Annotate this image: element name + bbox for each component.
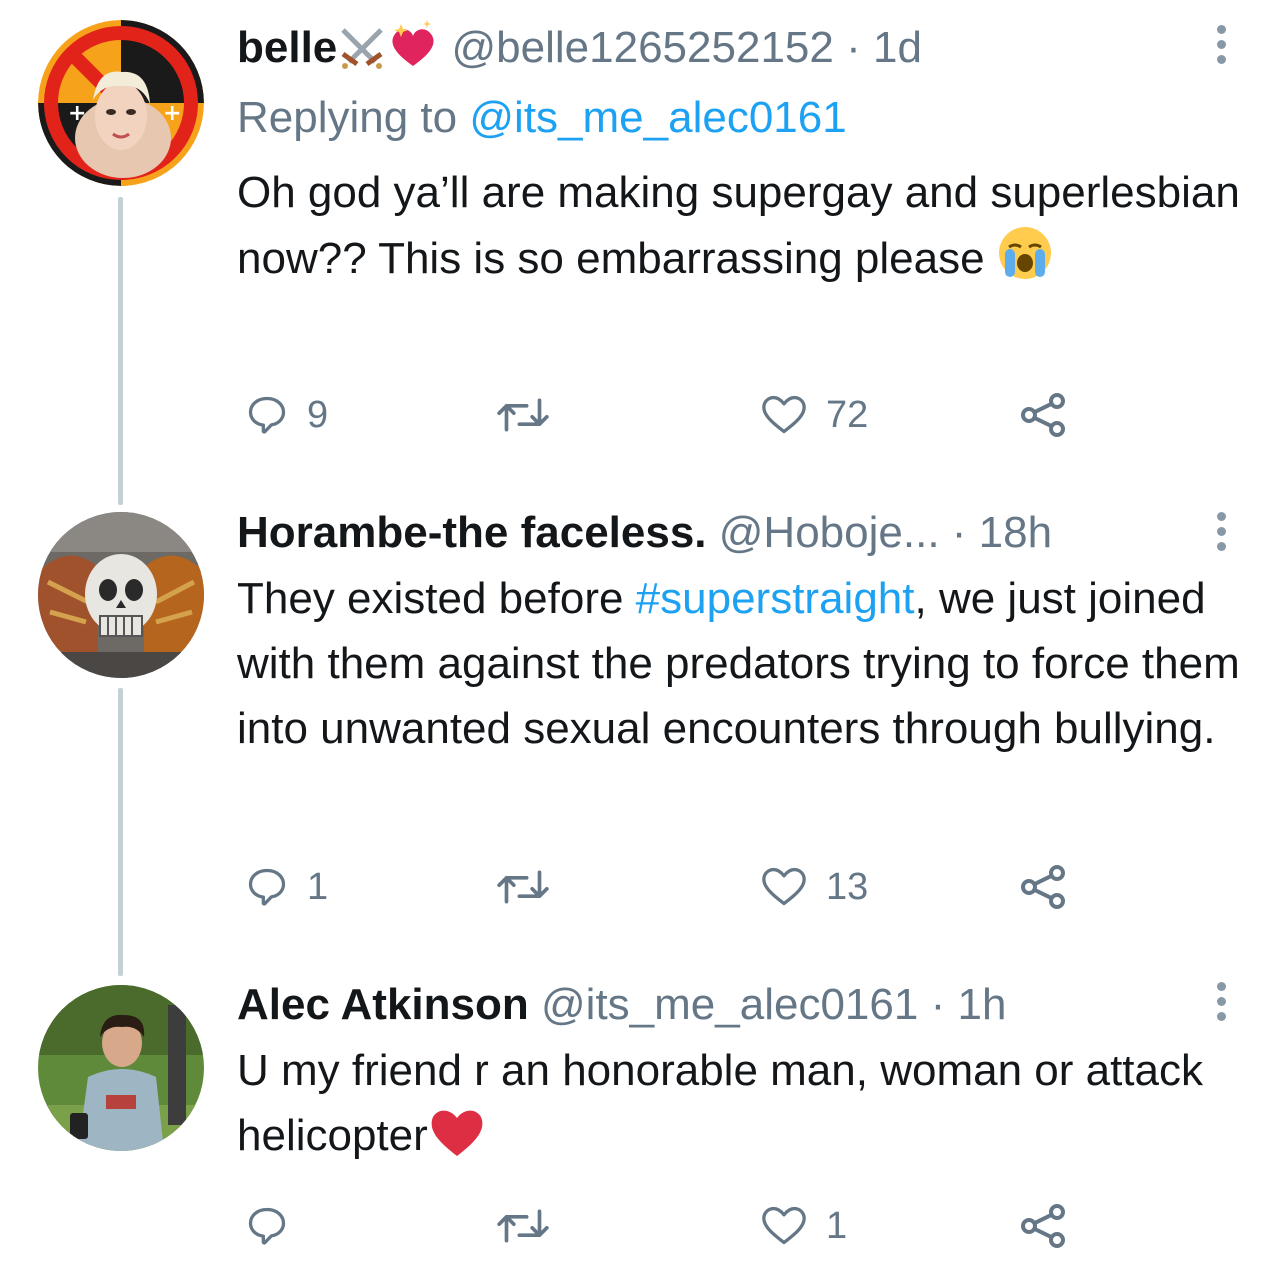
separator-dot: · bbox=[951, 508, 967, 557]
svg-text:+: + bbox=[68, 101, 86, 126]
svg-text:+: + bbox=[163, 101, 181, 126]
reply-icon bbox=[245, 393, 289, 437]
reply-count: 9 bbox=[307, 393, 329, 436]
heart-icon bbox=[760, 393, 808, 437]
more-options-icon[interactable] bbox=[1214, 512, 1228, 556]
reply-count: 1 bbox=[307, 865, 329, 908]
share-icon bbox=[1017, 391, 1069, 439]
handle[interactable]: @belle1265252152 bbox=[452, 23, 834, 72]
tweet-1[interactable]: + + belle @belle1265252152 · 1d Replying bbox=[0, 0, 1280, 505]
thread-line bbox=[118, 197, 123, 505]
heart-icon bbox=[760, 1204, 808, 1248]
tweet-text-content: Oh god ya’ll are making supergay and sup… bbox=[237, 168, 1240, 283]
avatar[interactable]: + + bbox=[38, 20, 204, 186]
replying-to-label: Replying to bbox=[237, 93, 458, 142]
tweet-text: Oh god ya’ll are making supergay and sup… bbox=[237, 160, 1247, 299]
retweet-icon bbox=[495, 1204, 551, 1248]
retweet-button[interactable] bbox=[495, 857, 569, 917]
red-heart-icon bbox=[428, 1106, 486, 1176]
avatar[interactable] bbox=[38, 512, 204, 678]
replying-to: Replying to @its_me_alec0161 bbox=[237, 88, 847, 148]
display-name[interactable]: belle bbox=[237, 23, 337, 72]
separator-dot: · bbox=[846, 23, 861, 72]
reply-button[interactable]: 1 bbox=[245, 857, 328, 917]
sparkling-heart-icon bbox=[387, 20, 439, 86]
reply-button[interactable] bbox=[245, 1196, 307, 1256]
separator-dot: · bbox=[930, 980, 946, 1029]
tweet-3[interactable]: Alec Atkinson @its_me_alec0161 · 1h U my… bbox=[0, 960, 1280, 1261]
tweet-text-before-hashtag: They existed before bbox=[237, 574, 636, 623]
share-icon bbox=[1017, 1202, 1069, 1250]
more-options-icon[interactable] bbox=[1214, 982, 1228, 1026]
retweet-button[interactable] bbox=[495, 385, 569, 445]
share-button[interactable] bbox=[1017, 857, 1069, 917]
tweet-header: Horambe-the faceless. @Hoboje... · 18h bbox=[237, 503, 1250, 563]
share-button[interactable] bbox=[1017, 1196, 1069, 1256]
like-count: 1 bbox=[826, 1204, 848, 1247]
tweet-text: They existed before #superstraight, we j… bbox=[237, 566, 1247, 761]
crossed-swords-icon bbox=[337, 24, 387, 86]
thread-line bbox=[118, 688, 123, 976]
like-button[interactable]: 13 bbox=[760, 857, 868, 917]
tweet-actions: 1 bbox=[237, 1196, 1237, 1256]
like-count: 13 bbox=[826, 865, 869, 908]
like-button[interactable]: 72 bbox=[760, 385, 868, 445]
display-name[interactable]: Horambe-the faceless. bbox=[237, 508, 707, 557]
replying-to-mention[interactable]: @its_me_alec0161 bbox=[469, 93, 846, 142]
tweet-header: Alec Atkinson @its_me_alec0161 · 1h bbox=[237, 975, 1250, 1035]
handle[interactable]: @Hoboje... bbox=[719, 508, 940, 557]
tweet-text: U my friend r an honorable man, woman or… bbox=[237, 1038, 1247, 1176]
share-button[interactable] bbox=[1017, 385, 1069, 445]
timestamp[interactable]: 18h bbox=[979, 508, 1052, 557]
like-button[interactable]: 1 bbox=[760, 1196, 847, 1256]
avatar[interactable] bbox=[38, 985, 204, 1151]
tweet-actions: 9 72 bbox=[237, 385, 1237, 445]
retweet-button[interactable] bbox=[495, 1196, 569, 1256]
display-name[interactable]: Alec Atkinson bbox=[237, 980, 529, 1029]
hashtag-link[interactable]: #superstraight bbox=[636, 574, 915, 623]
retweet-icon bbox=[495, 865, 551, 909]
tweet-actions: 1 13 bbox=[237, 857, 1237, 917]
timestamp[interactable]: 1d bbox=[873, 23, 922, 72]
reply-icon bbox=[245, 865, 289, 909]
tweet-header: belle @belle1265252152 · 1d bbox=[237, 18, 1250, 78]
tweet-2[interactable]: Horambe-the faceless. @Hoboje... · 18h T… bbox=[0, 480, 1280, 976]
like-count: 72 bbox=[826, 393, 869, 436]
reply-button[interactable]: 9 bbox=[245, 385, 328, 445]
timestamp[interactable]: 1h bbox=[957, 980, 1006, 1029]
handle[interactable]: @its_me_alec0161 bbox=[541, 980, 918, 1029]
loudly-crying-face-icon bbox=[997, 225, 1053, 299]
tweet-text-content: U my friend r an honorable man, woman or… bbox=[237, 1046, 1204, 1160]
reply-icon bbox=[245, 1204, 289, 1248]
more-options-icon[interactable] bbox=[1214, 25, 1228, 69]
heart-icon bbox=[760, 865, 808, 909]
retweet-icon bbox=[495, 393, 551, 437]
share-icon bbox=[1017, 863, 1069, 911]
